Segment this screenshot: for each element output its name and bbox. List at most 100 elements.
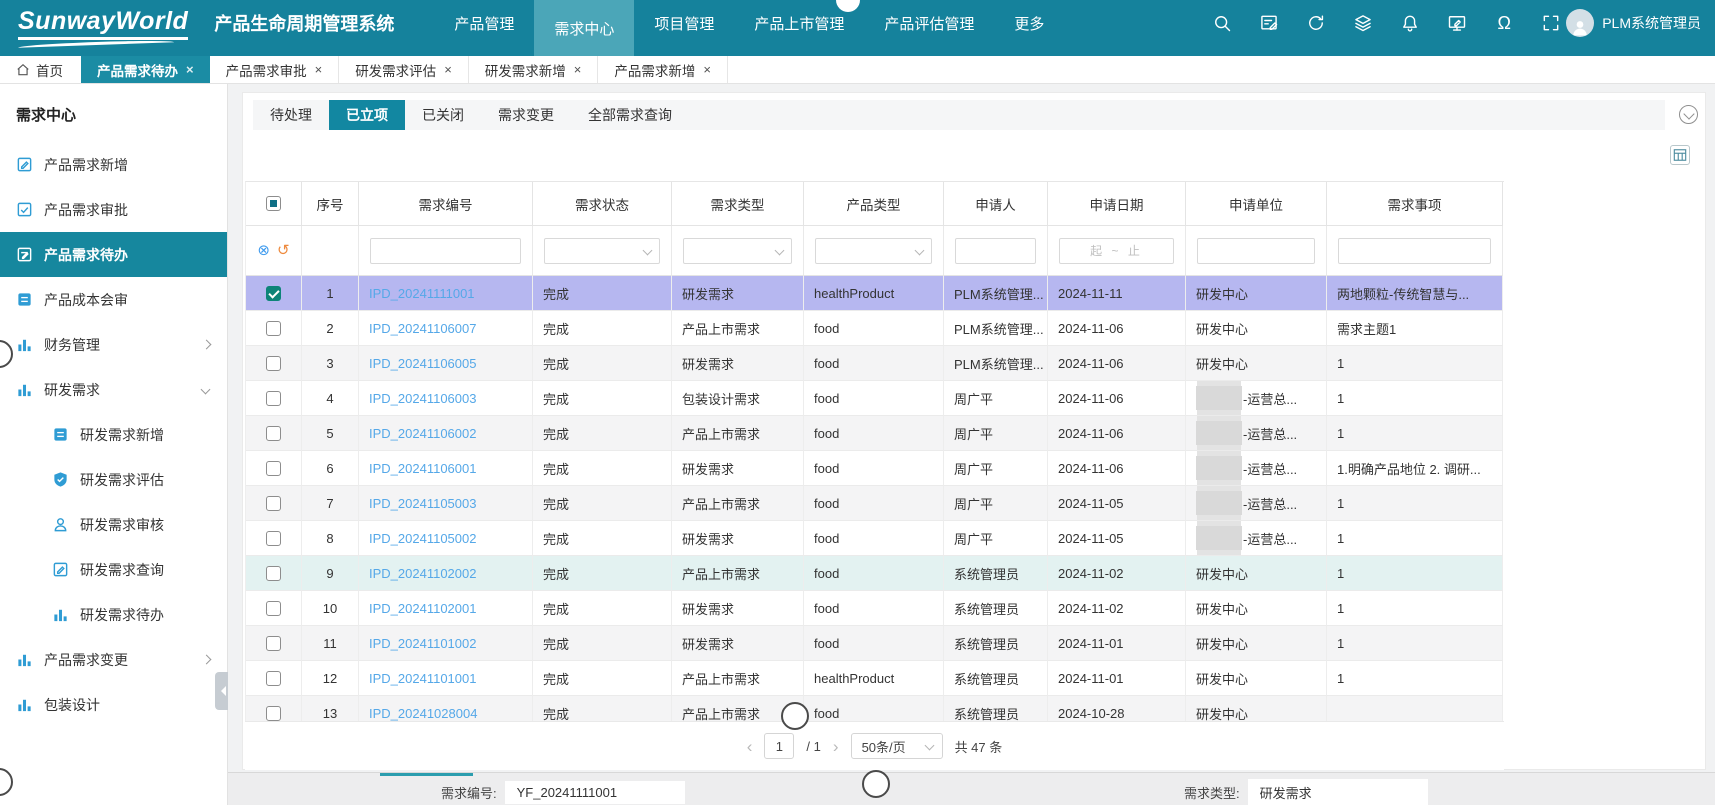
table-row[interactable]: 12 IPD_20241101001 完成 产品上市需求 healthProdu… — [246, 661, 1503, 696]
table-row[interactable]: 10 IPD_20241102001 完成 研发需求 food 系统管理员 20… — [246, 591, 1503, 626]
close-tab-icon[interactable] — [444, 62, 452, 77]
layers-icon[interactable] — [1352, 12, 1374, 34]
requirement-id-link[interactable]: IPD_20241101001 — [369, 671, 476, 686]
top-menu-item[interactable]: 产品评估管理 — [864, 0, 994, 46]
sidebar-collapse-icon[interactable] — [215, 672, 228, 710]
window-tab[interactable]: 研发需求评估 — [339, 56, 469, 83]
sidebar-item[interactable]: 产品需求新增 — [0, 142, 227, 187]
row-checkbox[interactable] — [266, 426, 281, 441]
requirement-id-link[interactable]: IPD_20241106007 — [369, 321, 476, 336]
expand-arrow-icon[interactable] — [201, 656, 209, 664]
requirement-id-link[interactable]: IPD_20241105003 — [369, 496, 476, 511]
date-range-filter-input[interactable]: 起 ~ 止 — [1059, 238, 1174, 264]
form-edit-icon[interactable] — [1258, 12, 1280, 34]
subject-filter-input[interactable] — [1338, 238, 1491, 264]
bell-icon[interactable] — [1399, 12, 1421, 34]
screen-edit-icon[interactable] — [1446, 12, 1468, 34]
close-tab-icon[interactable] — [574, 62, 582, 77]
home-tab[interactable]: 首页 — [0, 56, 81, 83]
window-tab[interactable]: 产品需求待办 — [81, 56, 210, 83]
row-checkbox[interactable] — [266, 321, 281, 336]
applicant-filter-input[interactable] — [955, 238, 1036, 264]
sidebar-item[interactable]: 产品需求待办 — [0, 232, 227, 277]
table-row[interactable]: 3 IPD_20241106005 完成 研发需求 food PLM系统管理..… — [246, 346, 1503, 381]
sidebar-item[interactable]: 研发需求 — [0, 367, 227, 412]
requirement-id-link[interactable]: IPD_20241102002 — [369, 566, 476, 581]
omega-icon[interactable]: Ω — [1493, 12, 1515, 34]
export-table-icon[interactable] — [1670, 145, 1690, 165]
unit-filter-input[interactable] — [1197, 238, 1315, 264]
requirement-id-link[interactable]: IPD_20241106005 — [369, 356, 476, 371]
close-tab-icon[interactable] — [186, 62, 194, 77]
sidebar-item[interactable]: 包装设计 — [0, 682, 227, 727]
field-value[interactable]: YF_20241111001 — [505, 781, 685, 804]
table-row[interactable]: 7 IPD_20241105003 完成 产品上市需求 food 周广平 202… — [246, 486, 1503, 521]
view-tab[interactable]: 全部需求查询 — [571, 100, 689, 130]
requirement-id-link[interactable]: IPD_20241028004 — [369, 706, 477, 721]
next-page-icon[interactable]: › — [833, 738, 839, 755]
row-checkbox[interactable] — [266, 566, 281, 581]
window-tab[interactable]: 产品需求新增 — [598, 56, 728, 83]
user-chip[interactable]: PLM系统管理员 — [1566, 9, 1701, 37]
type-filter-select[interactable] — [683, 238, 792, 264]
sidebar-item[interactable]: 财务管理 — [0, 322, 227, 367]
top-menu-item[interactable]: 更多 — [994, 0, 1064, 46]
close-tab-icon[interactable] — [315, 62, 323, 77]
sidebar-item[interactable]: 研发需求查询 — [0, 547, 227, 592]
top-menu-item[interactable]: 产品管理 — [434, 0, 534, 46]
expand-arrow-icon[interactable] — [201, 386, 209, 394]
requirement-id-link[interactable]: IPD_20241105002 — [369, 531, 476, 546]
product-type-filter-select[interactable] — [815, 238, 932, 264]
window-tab[interactable]: 产品需求审批 — [210, 56, 340, 83]
prev-page-icon[interactable]: ‹ — [747, 738, 753, 755]
row-checkbox[interactable] — [266, 671, 281, 686]
table-row[interactable]: 5 IPD_20241106002 完成 产品上市需求 food 周广平 202… — [246, 416, 1503, 451]
search-icon[interactable] — [1211, 12, 1233, 34]
top-menu-item[interactable]: 需求中心 — [534, 0, 634, 56]
sidebar-item[interactable]: 研发需求新增 — [0, 412, 227, 457]
clear-filter-icon[interactable]: ⊗ — [257, 243, 270, 258]
view-tab[interactable]: 已立项 — [329, 100, 405, 130]
row-checkbox[interactable] — [266, 286, 281, 301]
requirement-id-filter-input[interactable] — [370, 238, 521, 264]
table-row[interactable]: 9 IPD_20241102002 完成 产品上市需求 food 系统管理员 2… — [246, 556, 1503, 591]
requirement-id-link[interactable]: IPD_20241106001 — [369, 461, 476, 476]
row-checkbox[interactable] — [266, 461, 281, 476]
table-row[interactable]: 11 IPD_20241101002 完成 研发需求 food 系统管理员 20… — [246, 626, 1503, 661]
sidebar-item[interactable]: 研发需求审核 — [0, 502, 227, 547]
requirement-id-link[interactable]: IPD_20241101002 — [369, 636, 476, 651]
table-row[interactable]: 1 IPD_20241111001 完成 研发需求 healthProduct … — [246, 276, 1503, 311]
window-tab[interactable]: 研发需求新增 — [469, 56, 599, 83]
requirement-id-link[interactable]: IPD_20241106002 — [369, 426, 476, 441]
view-tab[interactable]: 已关闭 — [405, 100, 481, 130]
sidebar-item[interactable]: 产品需求变更 — [0, 637, 227, 682]
row-checkbox[interactable] — [266, 706, 281, 721]
row-checkbox[interactable] — [266, 391, 281, 406]
requirement-id-link[interactable]: IPD_20241111001 — [369, 286, 475, 301]
chevron-down-circle-icon[interactable] — [1679, 105, 1698, 124]
sidebar-item[interactable]: 研发需求待办 — [0, 592, 227, 637]
view-tab[interactable]: 待处理 — [253, 100, 329, 130]
status-filter-select[interactable] — [544, 238, 660, 264]
sidebar-item[interactable]: 研发需求评估 — [0, 457, 227, 502]
requirement-id-link[interactable]: IPD_20241102001 — [369, 601, 476, 616]
select-all-checkbox[interactable] — [266, 196, 281, 211]
row-checkbox[interactable] — [266, 356, 281, 371]
table-row[interactable]: 4 IPD_20241106003 完成 包装设计需求 food 周广平 202… — [246, 381, 1503, 416]
fullscreen-icon[interactable] — [1540, 12, 1562, 34]
requirement-id-link[interactable]: IPD_20241106003 — [369, 391, 476, 406]
field-value[interactable]: 研发需求 — [1248, 779, 1428, 806]
sidebar-item[interactable]: 产品成本会审 — [0, 277, 227, 322]
table-row[interactable]: 2 IPD_20241106007 完成 产品上市需求 food PLM系统管理… — [246, 311, 1503, 346]
reset-filter-icon[interactable]: ↺ — [277, 243, 290, 258]
row-checkbox[interactable] — [266, 601, 281, 616]
sidebar-item[interactable]: 产品需求审批 — [0, 187, 227, 232]
table-row[interactable]: 8 IPD_20241105002 完成 研发需求 food 周广平 2024-… — [246, 521, 1503, 556]
expand-arrow-icon[interactable] — [201, 341, 209, 349]
page-number-input[interactable]: 1 — [764, 733, 794, 759]
table-row[interactable]: 13 IPD_20241028004 完成 产品上市需求 food 系统管理员 … — [246, 696, 1503, 721]
close-tab-icon[interactable] — [703, 62, 711, 77]
row-checkbox[interactable] — [266, 496, 281, 511]
row-checkbox[interactable] — [266, 531, 281, 546]
row-checkbox[interactable] — [266, 636, 281, 651]
